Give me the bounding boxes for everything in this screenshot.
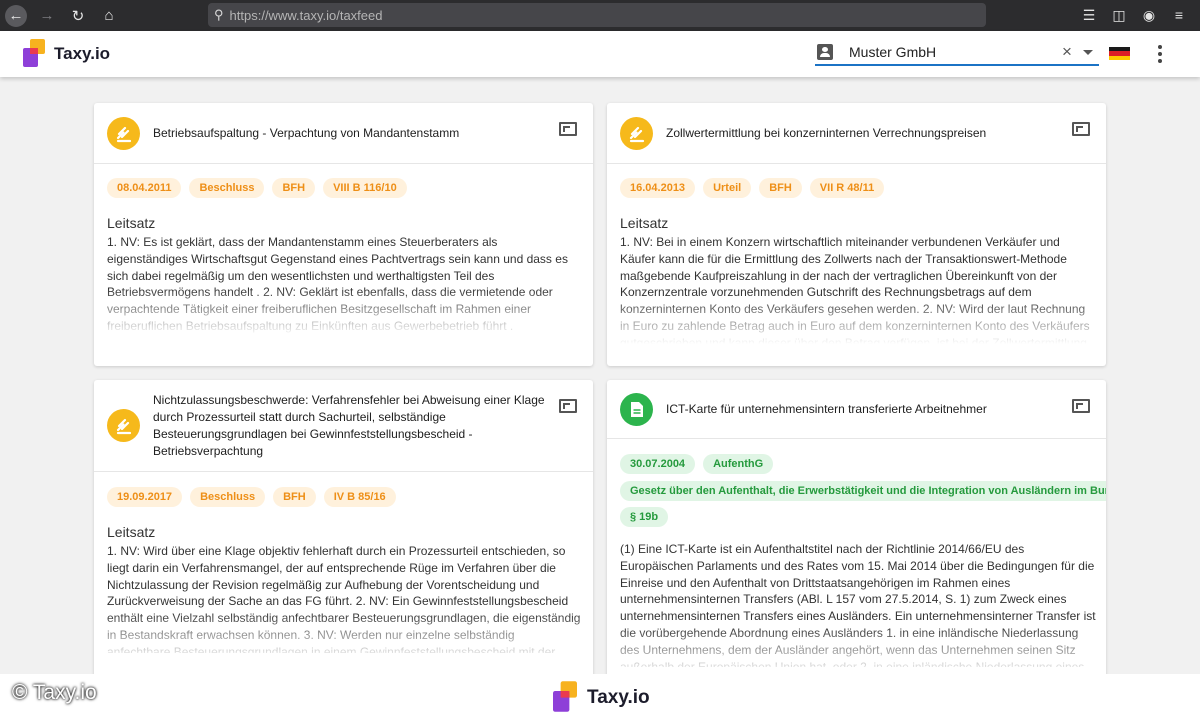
card-header: Nichtzulassungsbeschwerde: Verfahrensfeh… xyxy=(94,380,593,472)
more-menu-icon[interactable] xyxy=(1153,45,1167,63)
date-chip[interactable]: 08.04.2011 xyxy=(107,178,182,198)
card-chips: 19.09.2017 Beschluss BFH IV B 85/16 xyxy=(107,487,593,507)
feed-card[interactable]: ICT-Karte für unternehmensintern transfe… xyxy=(607,380,1106,680)
client-select-value: Muster GmbH xyxy=(849,44,937,60)
client-select[interactable]: Muster GmbH × xyxy=(815,40,1099,66)
feed-card[interactable]: Nichtzulassungsbeschwerde: Verfahrensfeh… xyxy=(94,380,593,680)
text-fade xyxy=(607,296,1106,344)
text-fade xyxy=(607,626,1106,674)
browser-toolbar: ← → ↻ ⌂ ⚲ https://www.taxy.io/taxfeed ☰ … xyxy=(0,0,1200,31)
text-fade xyxy=(94,612,593,660)
gavel-icon xyxy=(107,409,140,442)
search-icon: ⚲ xyxy=(214,7,224,22)
gavel-icon xyxy=(620,117,653,150)
file-number-chip[interactable]: IV B 85/16 xyxy=(323,487,396,507)
expand-icon[interactable] xyxy=(559,399,577,413)
file-number-chip[interactable]: VII R 48/11 xyxy=(809,178,885,198)
menu-icon[interactable]: ≡ xyxy=(1170,5,1188,25)
type-chip[interactable]: Beschluss xyxy=(189,178,265,198)
client-icon xyxy=(817,44,833,60)
address-bar[interactable]: ⚲ https://www.taxy.io/taxfeed xyxy=(208,3,986,27)
paragraph-row: § 19b xyxy=(620,507,1106,527)
card-chips: 08.04.2011 Beschluss BFH VIII B 116/10 xyxy=(107,178,593,198)
card-header: Betriebsaufspaltung - Verpachtung von Ma… xyxy=(94,103,593,164)
card-title[interactable]: ICT-Karte für unternehmensintern transfe… xyxy=(666,401,987,418)
copyright-watermark: © Taxy.io xyxy=(12,681,97,704)
clear-icon[interactable]: × xyxy=(1057,42,1077,62)
text-fade xyxy=(94,288,593,336)
court-chip[interactable]: BFH xyxy=(273,487,316,507)
url-path: /taxfeed xyxy=(336,7,383,23)
back-icon[interactable]: ← xyxy=(5,4,27,27)
expand-icon[interactable] xyxy=(559,122,577,136)
footer-brand: Taxy.io xyxy=(587,687,650,708)
taxy-logo-icon[interactable] xyxy=(23,39,45,67)
feed-card[interactable]: Zollwertermittlung bei konzerninternen V… xyxy=(607,103,1106,366)
section-heading: Leitsatz xyxy=(620,215,669,231)
card-header: ICT-Karte für unternehmensintern transfe… xyxy=(607,380,1106,439)
card-header: Zollwertermittlung bei konzerninternen V… xyxy=(607,103,1106,164)
expand-icon[interactable] xyxy=(1072,399,1090,413)
type-chip[interactable]: Urteil xyxy=(703,178,752,198)
law-abbreviation-chip[interactable]: AufenthG xyxy=(703,454,774,474)
date-chip[interactable]: 30.07.2004 xyxy=(620,454,696,474)
footer: Taxy.io xyxy=(0,674,1200,720)
section-heading: Leitsatz xyxy=(107,524,156,540)
date-chip[interactable]: 16.04.2013 xyxy=(620,178,696,198)
type-chip[interactable]: Beschluss xyxy=(190,487,266,507)
account-icon[interactable]: ◉ xyxy=(1140,5,1158,25)
chevron-down-icon[interactable] xyxy=(1083,49,1093,55)
library-icon[interactable]: ☰ xyxy=(1080,5,1098,25)
paragraph-chip[interactable]: § 19b xyxy=(620,507,669,527)
section-heading: Leitsatz xyxy=(107,215,156,231)
reload-icon[interactable]: ↻ xyxy=(67,5,89,27)
home-icon[interactable]: ⌂ xyxy=(98,5,120,27)
taxy-logo-icon xyxy=(553,681,577,712)
feed-card[interactable]: Betriebsaufspaltung - Verpachtung von Ma… xyxy=(94,103,593,366)
law-title-row: Gesetz über den Aufenthalt, die Erwerbst… xyxy=(620,481,1106,501)
app-header: Taxy.io Muster GmbH × xyxy=(0,31,1200,77)
card-title[interactable]: Zollwertermittlung bei konzerninternen V… xyxy=(666,125,986,142)
court-chip[interactable]: BFH xyxy=(272,178,316,198)
expand-icon[interactable] xyxy=(1072,122,1090,136)
date-chip[interactable]: 19.09.2017 xyxy=(107,487,183,507)
document-icon xyxy=(620,393,653,426)
brand-name: Taxy.io xyxy=(54,44,111,63)
gavel-icon xyxy=(107,117,140,150)
card-chips: 30.07.2004 AufenthG xyxy=(620,454,1106,474)
sidebar-icon[interactable]: ◫ xyxy=(1110,5,1128,25)
file-number-chip[interactable]: VIII B 116/10 xyxy=(323,178,407,198)
court-chip[interactable]: BFH xyxy=(759,178,802,198)
law-title-chip[interactable]: Gesetz über den Aufenthalt, die Erwerbst… xyxy=(620,481,1106,501)
card-title[interactable]: Nichtzulassungsbeschwerde: Verfahrensfeh… xyxy=(153,392,548,460)
url-host: https://www.taxy.io xyxy=(229,7,337,23)
card-chips: 16.04.2013 Urteil BFH VII R 48/11 xyxy=(620,178,1106,198)
card-title[interactable]: Betriebsaufspaltung - Verpachtung von Ma… xyxy=(153,125,459,142)
language-flag-icon[interactable] xyxy=(1109,47,1130,60)
forward-icon[interactable]: → xyxy=(36,5,58,27)
